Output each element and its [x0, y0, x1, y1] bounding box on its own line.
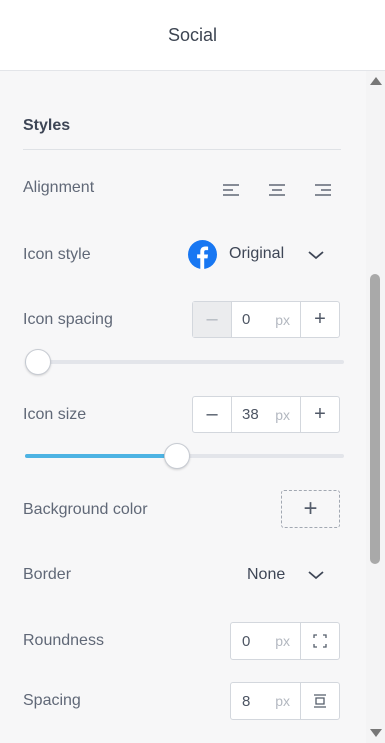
add-background-color-button[interactable]: +: [281, 490, 340, 528]
slider-track: [25, 360, 344, 364]
border-dropdown[interactable]: [306, 565, 326, 585]
chevron-down-icon: [308, 251, 324, 260]
roundness-unit: px: [275, 633, 290, 649]
icon-size-slider[interactable]: [25, 443, 344, 469]
align-center-icon: [269, 184, 285, 196]
icon-spacing-stepper: – 0 px +: [192, 301, 340, 338]
icon-spacing-decrease-button[interactable]: –: [193, 302, 232, 337]
corners-icon: [313, 634, 327, 648]
spacing-unit: px: [275, 693, 290, 709]
roundness-input[interactable]: 0 px: [231, 623, 300, 659]
roundness-label: Roundness: [23, 632, 104, 649]
align-right-button[interactable]: [312, 180, 332, 200]
spacing-sides-button[interactable]: [300, 683, 339, 719]
scrollbar-thumb[interactable]: [370, 274, 380, 564]
icon-size-label: Icon size: [23, 406, 87, 423]
icon-spacing-slider[interactable]: [25, 349, 344, 375]
scroll-up-arrow-icon[interactable]: [370, 77, 382, 85]
alignment-label: Alignment: [23, 179, 95, 196]
spacing-field: 8 px: [230, 682, 340, 720]
icon-spacing-value: 0: [242, 311, 251, 328]
icon-spacing-increase-button[interactable]: +: [300, 302, 339, 337]
roundness-corners-button[interactable]: [300, 623, 339, 659]
align-left-icon: [223, 184, 239, 196]
section-title-styles: Styles: [23, 117, 71, 134]
styles-panel: Styles Alignment Icon style Original Ico…: [0, 71, 365, 743]
roundness-value: 0: [242, 632, 251, 650]
icon-size-value: 38: [242, 406, 259, 423]
plus-icon: +: [303, 495, 318, 522]
icon-size-stepper: – 38 px +: [192, 396, 340, 433]
border-value[interactable]: None: [247, 566, 285, 584]
align-left-button[interactable]: [222, 180, 242, 200]
background-color-label: Background color: [23, 501, 148, 518]
icon-spacing-unit: px: [275, 311, 290, 328]
icon-style-dropdown[interactable]: [306, 245, 326, 265]
icon-size-decrease-button[interactable]: –: [193, 397, 232, 432]
slider-thumb[interactable]: [25, 349, 51, 375]
scroll-down-arrow-icon[interactable]: [370, 729, 382, 737]
panel-title: Social: [167, 24, 218, 45]
spacing-label: Spacing: [23, 692, 81, 709]
icon-spacing-field[interactable]: 0 px: [232, 302, 300, 337]
spacing-value: 8: [242, 692, 251, 710]
icon-size-increase-button[interactable]: +: [300, 397, 339, 432]
section-divider: [23, 149, 341, 150]
vertical-scrollbar[interactable]: [366, 71, 385, 743]
icon-size-unit: px: [275, 406, 290, 423]
icon-size-field[interactable]: 38 px: [232, 397, 300, 432]
spacing-input[interactable]: 8 px: [231, 683, 300, 719]
chevron-down-icon: [308, 571, 324, 580]
roundness-field: 0 px: [230, 622, 340, 660]
padding-sides-icon: [314, 694, 326, 708]
icon-style-value[interactable]: Original: [229, 245, 284, 263]
slider-thumb[interactable]: [163, 443, 190, 469]
icon-spacing-label: Icon spacing: [23, 311, 113, 328]
facebook-icon: [188, 240, 217, 269]
slider-fill: [25, 454, 176, 458]
align-center-button[interactable]: [267, 180, 287, 200]
icon-style-label: Icon style: [23, 246, 91, 263]
panel-header: Social: [0, 0, 385, 71]
align-right-icon: [315, 184, 331, 196]
border-label: Border: [23, 566, 72, 583]
